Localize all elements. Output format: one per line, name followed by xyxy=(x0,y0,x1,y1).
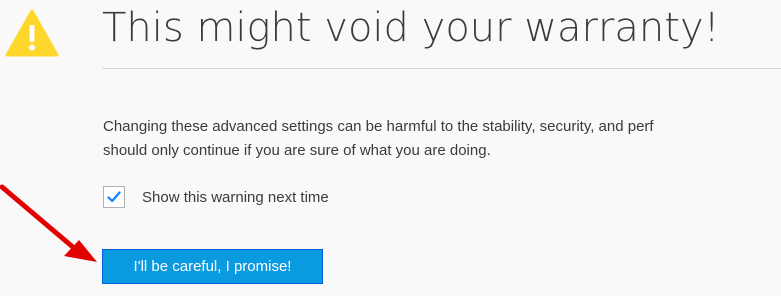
warning-triangle-icon xyxy=(5,9,59,57)
accept-risk-button[interactable]: I'll be careful, I promise! xyxy=(102,249,323,284)
warning-message-line-1: Changing these advanced settings can be … xyxy=(103,118,654,135)
title-divider xyxy=(102,68,781,69)
warning-message: Changing these advanced settings can be … xyxy=(103,115,781,163)
red-arrow-annotation xyxy=(0,184,97,262)
page-title: This might void your warranty! xyxy=(102,5,720,51)
show-warning-label[interactable]: Show this warning next time xyxy=(142,189,329,206)
warning-message-line-2: should only continue if you are sure of … xyxy=(103,142,491,159)
show-warning-option[interactable]: Show this warning next time xyxy=(103,185,329,209)
